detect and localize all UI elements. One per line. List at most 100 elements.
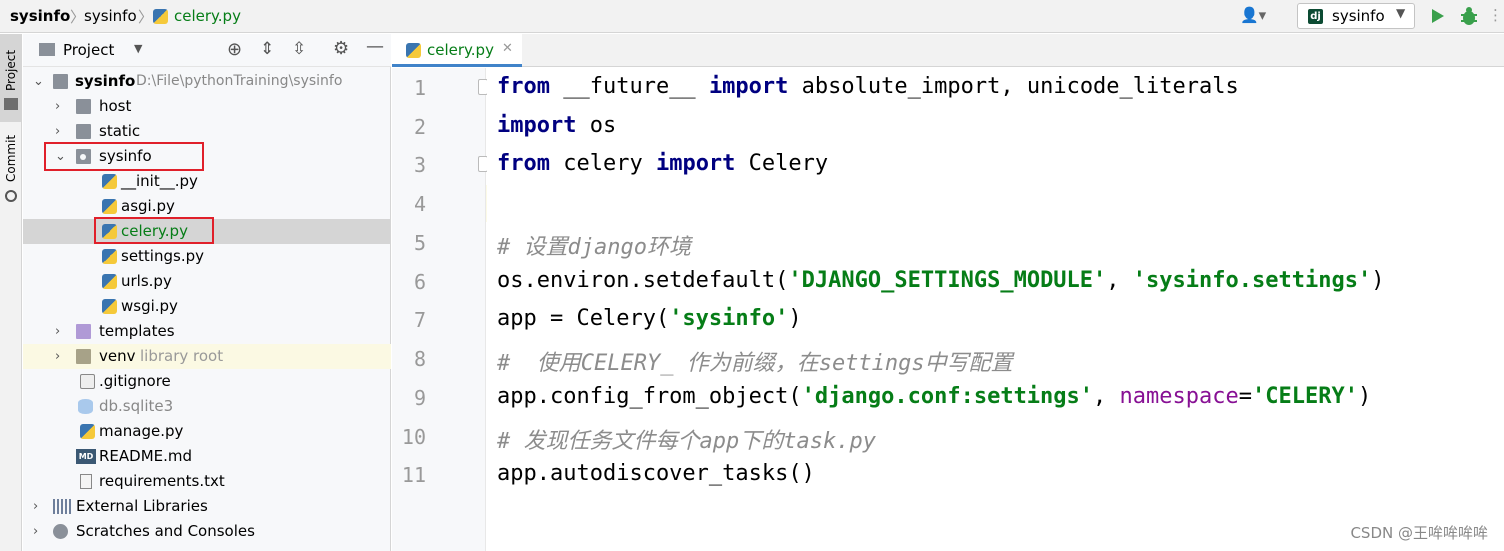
line-number: 2	[413, 115, 426, 139]
breadcrumb-package[interactable]: sysinfo	[84, 7, 137, 25]
tree-item-label: host	[99, 97, 132, 115]
watermark: CSDN @王哞哞哞哞	[1350, 524, 1488, 542]
project-panel: Project ▼ ⊕ ⇕ ⇳ ⚙ — ⌄ sysinfo D:\File\py…	[23, 34, 391, 551]
line-number: 7	[413, 308, 426, 332]
chevron-right-icon[interactable]: ›	[55, 344, 67, 369]
tab-label: celery.py	[427, 41, 494, 59]
python-file-icon	[102, 249, 117, 264]
line-number: 8	[413, 347, 426, 371]
line-number: 6	[413, 270, 426, 294]
expand-all-icon[interactable]: ⇕	[260, 39, 274, 59]
code-editor[interactable]: from __future__ import absolute_import, …	[487, 68, 1504, 551]
tree-item-templates[interactable]: › templates	[23, 319, 391, 344]
ignore-file-icon	[80, 374, 95, 389]
tree-item-label: asgi.py	[121, 197, 175, 215]
python-file-icon	[102, 199, 117, 214]
breadcrumb-separator: 〉	[138, 8, 154, 26]
code-line-7: app = Celery('sysinfo')	[497, 306, 802, 331]
tree-item-wsgi[interactable]: wsgi.py	[23, 294, 391, 319]
commit-tool-tab[interactable]: Commit	[0, 130, 22, 210]
chevron-down-icon[interactable]: ⌄	[33, 69, 45, 94]
tree-item-label: manage.py	[99, 422, 184, 440]
tree-item-gitignore[interactable]: .gitignore	[23, 369, 391, 394]
tree-item-label: urls.py	[121, 272, 172, 290]
tree-item-sysinfo-root[interactable]: ⌄ sysinfo D:\File\pythonTraining\sysinfo	[23, 69, 391, 94]
tree-item-readme[interactable]: MD README.md	[23, 444, 391, 469]
tree-item-scratches[interactable]: › Scratches and Consoles	[23, 519, 391, 544]
commit-icon	[5, 190, 17, 202]
chevron-down-icon: ▼	[1396, 6, 1406, 20]
breadcrumb-file[interactable]: celery.py	[174, 7, 241, 25]
line-number: 4	[413, 192, 426, 216]
breadcrumb-separator: 〉	[70, 8, 86, 26]
tree-item-host[interactable]: › host	[23, 94, 391, 119]
chevron-right-icon[interactable]: ›	[33, 494, 45, 519]
python-file-icon	[102, 299, 117, 314]
tree-item-venv[interactable]: › venv library root	[23, 344, 391, 369]
tree-item-external-libraries[interactable]: › External Libraries	[23, 494, 391, 519]
tree-item-label: sysinfo	[75, 72, 136, 90]
line-number: 3	[413, 153, 426, 177]
tree-item-label: __init__.py	[121, 172, 198, 190]
tree-item-label: Scratches and Consoles	[76, 522, 255, 540]
tree-item-label: requirements.txt	[99, 472, 225, 490]
code-line-2: import os	[497, 113, 617, 138]
python-file-icon	[102, 174, 117, 189]
tree-item-label: settings.py	[121, 247, 204, 265]
tree-item-hint: library root	[140, 347, 224, 365]
commit-tab-label: Commit	[4, 134, 18, 182]
tree-item-manage[interactable]: manage.py	[23, 419, 391, 444]
run-configuration-select[interactable]: dj sysinfo ▼	[1297, 3, 1415, 29]
project-view-title[interactable]: Project	[63, 41, 114, 59]
debug-icon[interactable]	[1460, 6, 1478, 26]
collapse-all-icon[interactable]: ⇳	[292, 39, 306, 59]
locate-icon[interactable]: ⊕	[227, 39, 242, 60]
line-number: 11	[401, 463, 426, 487]
tree-item-asgi[interactable]: asgi.py	[23, 194, 391, 219]
markdown-file-icon: MD	[76, 449, 96, 464]
code-line-5: # 设置django环境	[497, 235, 691, 260]
breadcrumb-project[interactable]: sysinfo	[10, 7, 70, 25]
django-icon: dj	[1308, 9, 1323, 24]
user-icon[interactable]: 👤▾	[1240, 6, 1266, 24]
chevron-down-icon[interactable]: ▼	[134, 42, 142, 55]
tree-item-static[interactable]: › static	[23, 119, 391, 144]
tab-celery-py[interactable]: celery.py ✕	[392, 34, 522, 67]
tree-item-path: D:\File\pythonTraining\sysinfo	[136, 73, 343, 89]
folder-icon	[4, 98, 18, 110]
tree-item-requirements[interactable]: requirements.txt	[23, 469, 391, 494]
tree-item-settings[interactable]: settings.py	[23, 244, 391, 269]
chevron-right-icon[interactable]: ›	[55, 319, 67, 344]
tree-item-label: wsgi.py	[121, 297, 178, 315]
navigation-bar: sysinfo 〉 sysinfo 〉 celery.py 👤▾ dj sysi…	[0, 0, 1504, 33]
more-icon[interactable]: ⋮	[1488, 6, 1503, 24]
project-panel-header: Project ▼ ⊕ ⇕ ⇳ ⚙ —	[23, 34, 391, 67]
templates-folder-icon	[76, 324, 91, 339]
python-file-icon	[406, 43, 421, 58]
line-number: 5	[413, 231, 426, 255]
tree-item-db-sqlite[interactable]: db.sqlite3	[23, 394, 391, 419]
code-line-1: from __future__ import absolute_import, …	[497, 74, 1239, 99]
gear-icon[interactable]: ⚙	[333, 38, 349, 59]
run-icon[interactable]	[1431, 8, 1445, 24]
folder-icon	[76, 99, 91, 114]
code-line-10: # 发现任务文件每个app下的task.py	[497, 429, 876, 454]
line-number: 1	[413, 76, 426, 100]
chevron-right-icon[interactable]: ›	[55, 94, 67, 119]
chevron-right-icon[interactable]: ›	[55, 119, 67, 144]
python-file-icon	[153, 9, 168, 24]
folder-icon	[39, 43, 55, 56]
run-configuration-label: sysinfo	[1332, 7, 1385, 25]
code-line-6: os.environ.setdefault('DJANGO_SETTINGS_M…	[497, 268, 1385, 293]
code-line-9: app.config_from_object('django.conf:sett…	[497, 384, 1372, 409]
tree-item-init[interactable]: __init__.py	[23, 169, 391, 194]
project-tool-tab[interactable]: Project	[0, 34, 22, 122]
tree-item-label: External Libraries	[76, 497, 208, 515]
tree-item-label: db.sqlite3	[99, 397, 174, 415]
tree-item-label: static	[99, 122, 141, 140]
chevron-right-icon[interactable]: ›	[33, 519, 45, 544]
tool-window-strip: Project Commit	[0, 34, 22, 551]
close-icon[interactable]: ✕	[502, 41, 513, 56]
tree-item-urls[interactable]: urls.py	[23, 269, 391, 294]
minimize-icon[interactable]: —	[366, 36, 384, 57]
